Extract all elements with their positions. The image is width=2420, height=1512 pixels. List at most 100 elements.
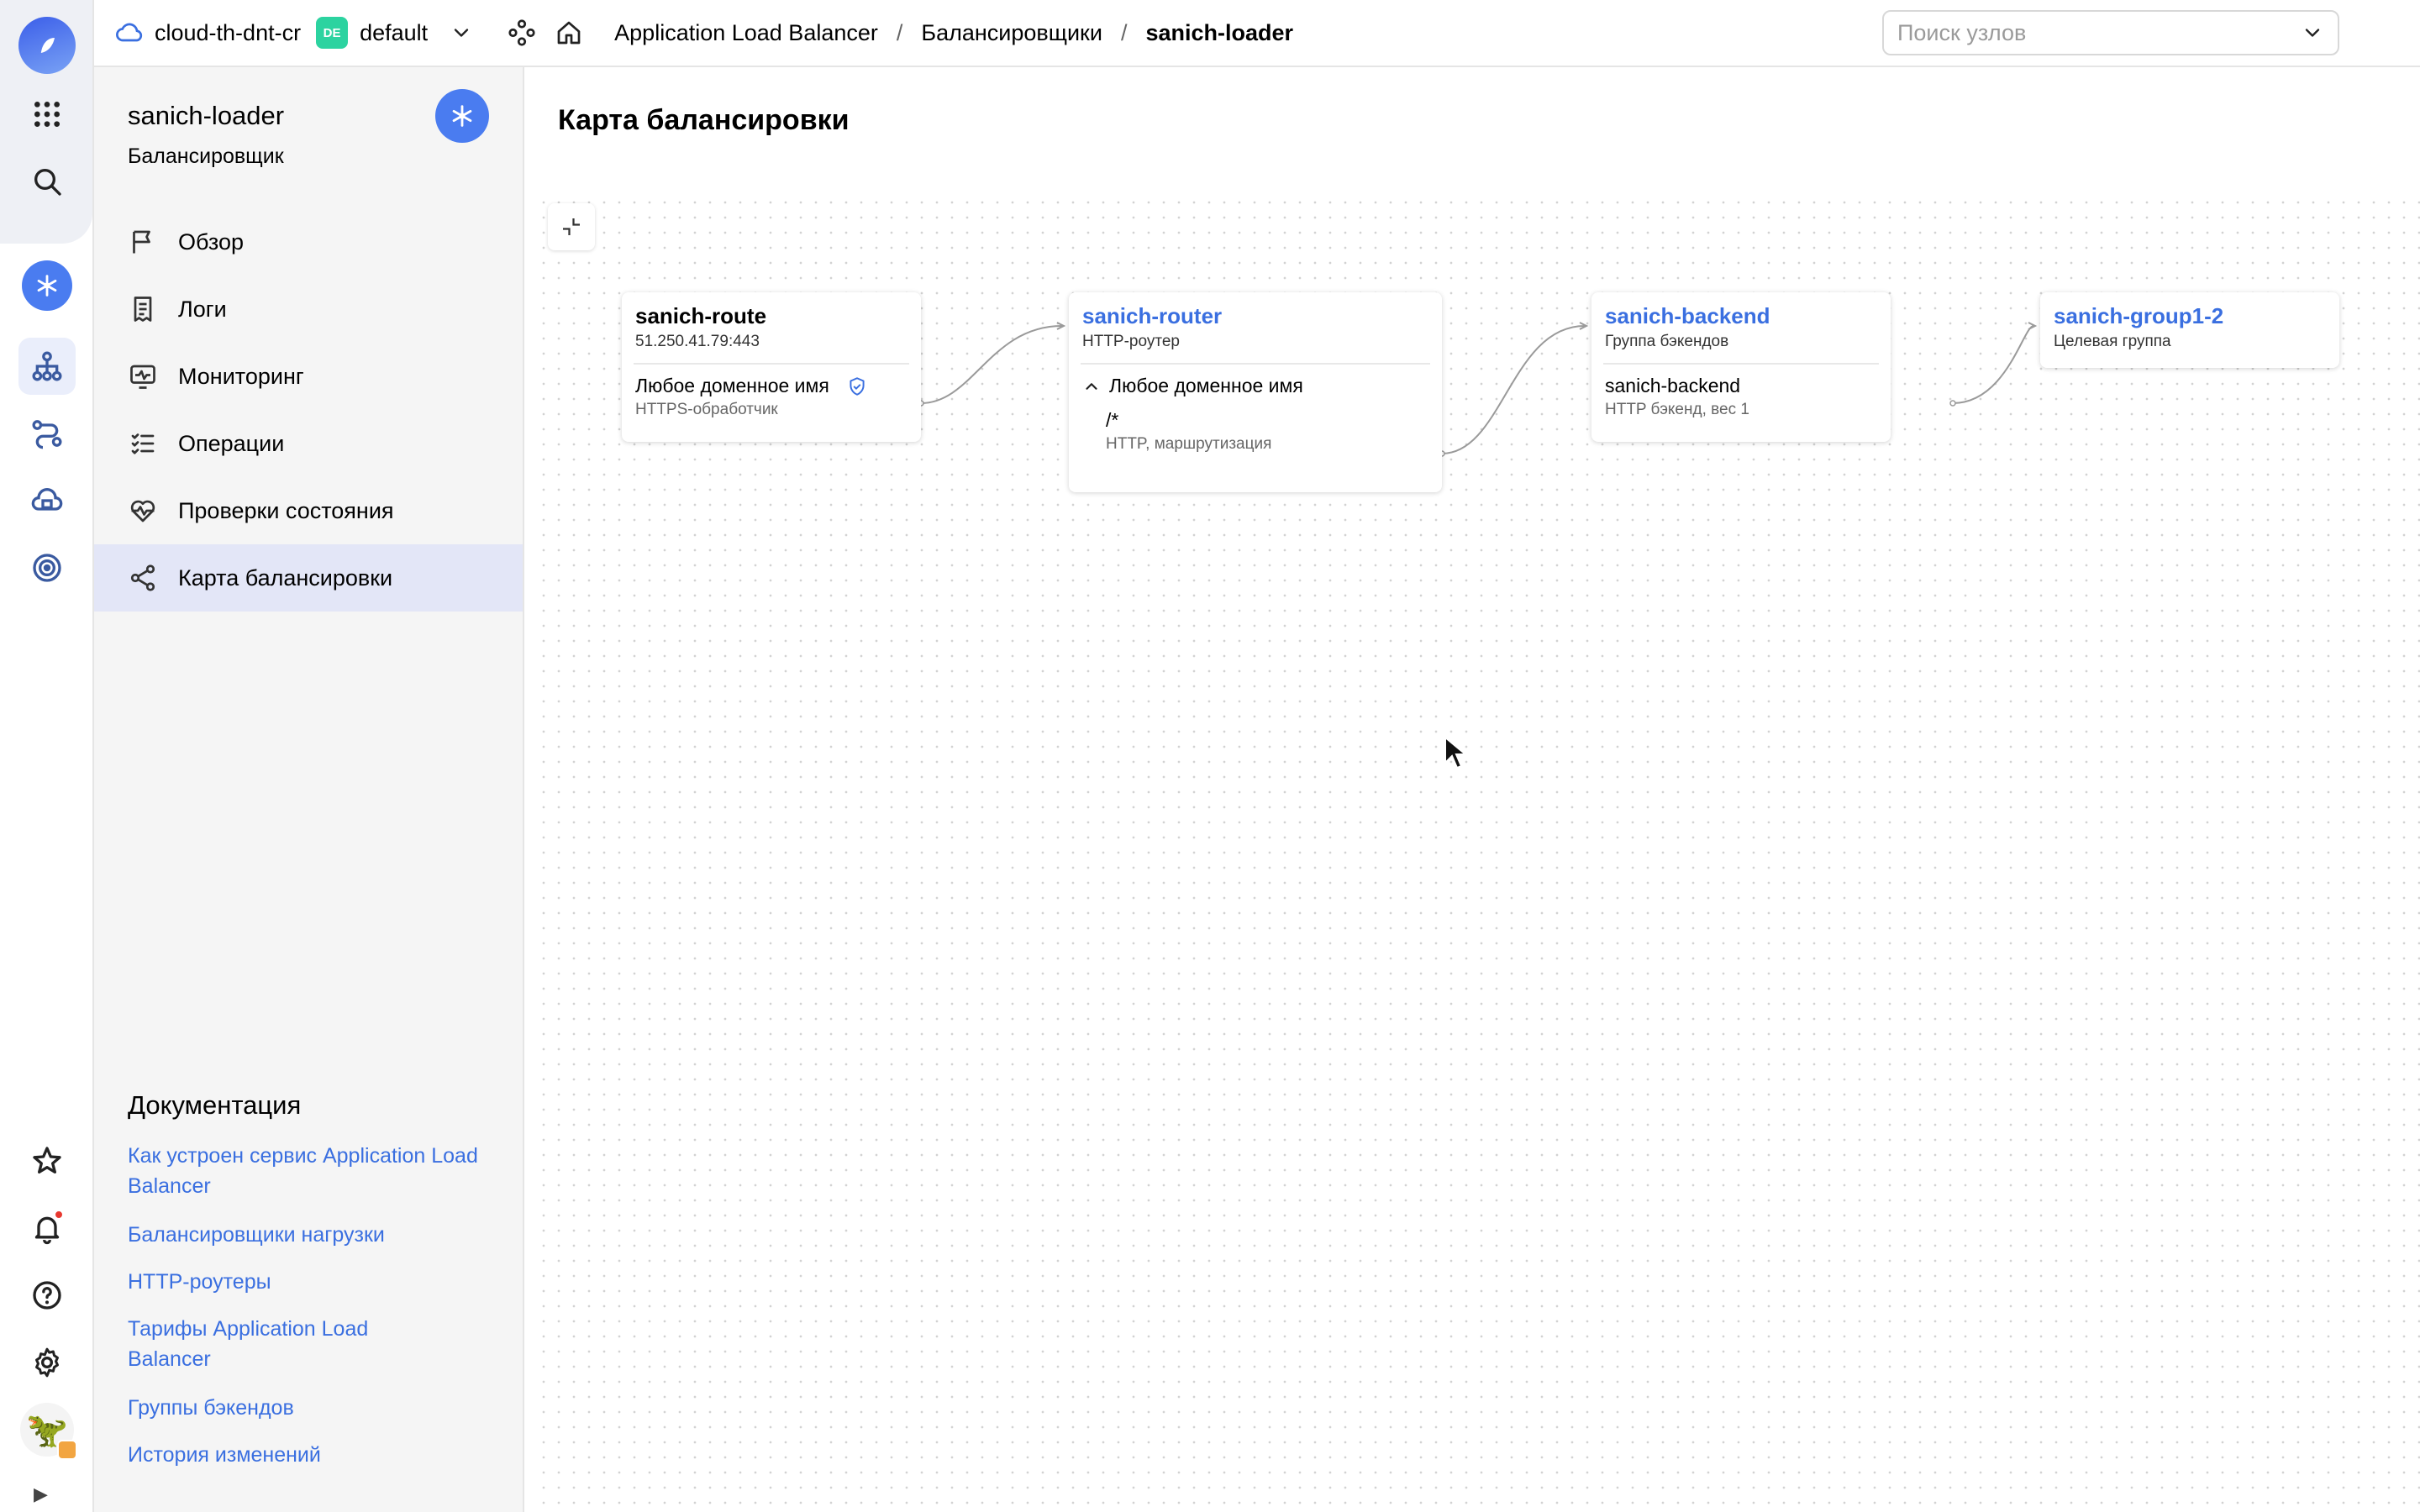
operations-list-icon bbox=[131, 433, 155, 454]
map-share-icon bbox=[130, 564, 155, 591]
flag-icon bbox=[133, 230, 150, 254]
doc-link-pricing[interactable]: Тарифы Application Load Balancer bbox=[128, 1314, 405, 1374]
breadcrumb-separator: / bbox=[896, 19, 903, 45]
folder-badge: DE bbox=[316, 17, 349, 49]
mouse-cursor-icon bbox=[1444, 736, 1467, 769]
nav-item-balancing-map[interactable]: Карта балансировки bbox=[94, 544, 523, 612]
target-group-node[interactable]: sanich-group1-2 Целевая группа bbox=[2040, 292, 2339, 368]
router-name-link[interactable]: sanich-router bbox=[1082, 302, 1428, 329]
doc-link-backend-groups[interactable]: Группы бэкендов bbox=[128, 1393, 481, 1423]
nav-item-overview[interactable]: Обзор bbox=[94, 208, 523, 276]
settings-gear-icon[interactable] bbox=[18, 1334, 76, 1391]
doc-link-load-balancers[interactable]: Балансировщики нагрузки bbox=[128, 1220, 481, 1250]
breadcrumb-item-current: sanich-loader bbox=[1145, 19, 1294, 45]
listener-handler-type: HTTPS-обработчик bbox=[635, 401, 778, 418]
help-icon[interactable] bbox=[18, 1267, 76, 1324]
nav-item-label: Мониторинг bbox=[178, 363, 304, 389]
breadcrumb: Application Load Balancer / Балансировщи… bbox=[614, 20, 1293, 46]
backend-group-node[interactable]: sanich-backend Группа бэкендов sanich-ba… bbox=[1591, 292, 1891, 442]
target-group-name-link[interactable]: sanich-group1-2 bbox=[2054, 302, 2326, 329]
home-icon[interactable] bbox=[554, 18, 584, 48]
backend-type: HTTP бэкенд, вес 1 bbox=[1605, 401, 1749, 418]
chevron-down-icon[interactable] bbox=[450, 21, 473, 45]
doc-link-http-routers[interactable]: HTTP-роутеры bbox=[128, 1267, 481, 1297]
map-connections bbox=[918, 322, 2038, 457]
breadcrumb-item-balancers[interactable]: Балансировщики bbox=[921, 20, 1102, 46]
collapse-icon bbox=[563, 218, 580, 235]
chevron-up-icon bbox=[1086, 382, 1097, 390]
cloud-selector[interactable]: cloud-th-dnt-cr bbox=[114, 18, 301, 48]
left-rail: 🦖 ▶ bbox=[0, 0, 94, 1512]
top-header: cloud-th-dnt-cr DE default Application L… bbox=[94, 0, 2420, 67]
chevron-down-icon[interactable] bbox=[2301, 21, 2324, 45]
avatar-badge bbox=[57, 1440, 77, 1460]
nav-item-monitoring[interactable]: Мониторинг bbox=[94, 343, 523, 410]
connector-arrowhead bbox=[1579, 322, 1589, 330]
services-grid-icon[interactable] bbox=[18, 86, 76, 143]
router-node[interactable]: sanich-router HTTP-роутер Любое доменное… bbox=[1069, 292, 1442, 492]
alb-service-icon[interactable] bbox=[507, 18, 537, 48]
resource-type: Балансировщик bbox=[128, 144, 284, 168]
alb-service-button[interactable] bbox=[435, 89, 489, 143]
route-path: /* bbox=[1106, 409, 1119, 431]
backend-groups-icon[interactable] bbox=[18, 472, 76, 529]
heartbeat-icon bbox=[130, 500, 155, 522]
nav-item-label: Карта балансировки bbox=[178, 564, 393, 591]
backend-group-type: Группа бэкендов bbox=[1605, 333, 1729, 350]
breadcrumb-item-alb[interactable]: Application Load Balancer bbox=[614, 20, 878, 46]
docs-title: Документация bbox=[128, 1090, 302, 1120]
target-groups-icon[interactable] bbox=[18, 539, 76, 596]
connector-arrowhead bbox=[2028, 322, 2038, 330]
star-icon[interactable] bbox=[18, 1132, 76, 1189]
folder-name: default bbox=[360, 19, 429, 45]
nav-item-health-checks[interactable]: Проверки состояния bbox=[94, 477, 523, 544]
target-group-type: Целевая группа bbox=[2054, 333, 2171, 350]
bell-icon[interactable] bbox=[18, 1200, 76, 1257]
listener-handler-title: Любое доменное имя bbox=[635, 375, 829, 396]
node-search-select[interactable] bbox=[1882, 10, 2339, 55]
page-title: Карта балансировки bbox=[558, 104, 850, 136]
node-search-input[interactable] bbox=[1897, 19, 2301, 46]
resource-sidebar: sanich-loader Балансировщик Обзор Логи М… bbox=[94, 67, 524, 1512]
backend-group-name-link[interactable]: sanich-backend bbox=[1605, 302, 1877, 329]
doc-link-changelog[interactable]: История изменений bbox=[128, 1440, 481, 1470]
routers-icon[interactable] bbox=[18, 405, 76, 462]
breadcrumb-separator: / bbox=[1120, 19, 1128, 45]
nav-item-operations[interactable]: Операции bbox=[94, 410, 523, 477]
alb-service-icon[interactable] bbox=[18, 257, 76, 314]
virtual-host-title: Любое доменное имя bbox=[1109, 375, 1303, 396]
connector-router-backend bbox=[1441, 325, 1586, 454]
nav-item-logs[interactable]: Логи bbox=[94, 276, 523, 343]
connector-backend-target bbox=[1952, 325, 2034, 404]
backend-name: sanich-backend bbox=[1605, 375, 1741, 396]
notification-dot bbox=[54, 1210, 64, 1220]
balancing-map-canvas[interactable]: sanich-route 51.250.41.79:443 Любое доме… bbox=[536, 195, 2420, 1512]
main-content: Карта балансировки sanich-route 51.250.4… bbox=[526, 69, 2420, 1512]
listener-name: sanich-route bbox=[635, 303, 767, 328]
cloud-name: cloud-th-dnt-cr bbox=[155, 19, 302, 45]
nav-item-label: Проверки состояния bbox=[178, 497, 394, 523]
nav-item-label: Операции bbox=[178, 430, 285, 456]
cloud-logo-icon[interactable] bbox=[18, 17, 76, 74]
listener-address: 51.250.41.79:443 bbox=[635, 333, 760, 350]
nav-item-label: Логи bbox=[178, 296, 227, 322]
cloud-icon bbox=[116, 23, 143, 42]
alb-service-icon bbox=[452, 105, 472, 127]
search-icon[interactable] bbox=[18, 153, 76, 210]
route-type: HTTP, маршрутизация bbox=[1106, 435, 1272, 453]
connector-listener-router bbox=[920, 325, 1063, 404]
router-type: HTTP-роутер bbox=[1082, 333, 1180, 350]
logs-icon bbox=[134, 297, 152, 322]
doc-link-how-it-works[interactable]: Как устроен сервис Application Load Bala… bbox=[128, 1141, 481, 1201]
connector-arrowhead bbox=[1056, 322, 1066, 330]
shield-check-icon bbox=[850, 376, 865, 396]
balancers-tree-icon[interactable] bbox=[18, 338, 76, 395]
virtual-host-toggle[interactable]: Любое доменное имя bbox=[1082, 375, 1428, 397]
folder-selector[interactable]: DE default bbox=[316, 17, 428, 49]
expand-rail-icon[interactable]: ▶ bbox=[34, 1483, 48, 1505]
resource-name: sanich-loader bbox=[128, 101, 285, 130]
listener-node[interactable]: sanich-route 51.250.41.79:443 Любое доме… bbox=[622, 292, 921, 442]
nav-item-label: Обзор bbox=[178, 228, 244, 255]
user-avatar[interactable]: 🦖 bbox=[20, 1403, 77, 1460]
collapse-map-button[interactable] bbox=[548, 203, 595, 250]
